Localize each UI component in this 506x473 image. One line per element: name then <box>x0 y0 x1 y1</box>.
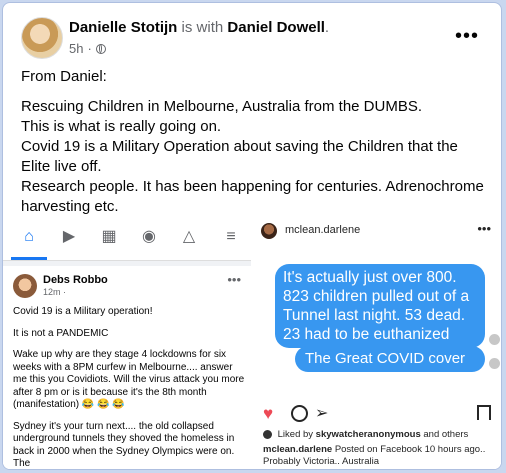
home-icon: ⌂ <box>24 228 34 245</box>
ig-header: mclean.darlene ••• <box>253 216 501 244</box>
author-name-link[interactable]: Danielle Stotijn <box>69 19 177 36</box>
ig-more-icon: ••• <box>477 221 491 236</box>
post-image[interactable]: ⌂ ▶ ▦ ◉ △ ≡ Debs Robbo 12m · ••• Covid 1… <box>3 216 501 470</box>
inner-avatar <box>13 274 37 298</box>
menu-icon: ≡ <box>226 228 236 245</box>
inner-author-name: Debs Robbo <box>43 274 108 286</box>
inner-paragraph: It is not a PANDEMIC <box>13 327 109 339</box>
inner-post: Debs Robbo 12m · ••• Covid 19 is a Milit… <box>3 266 251 470</box>
video-icon: ▶ <box>62 228 76 245</box>
read-receipt-icon <box>489 358 500 369</box>
post-text-line: Rescuing Children in Melbourne, Australi… <box>21 98 423 115</box>
facebook-screenshot: ⌂ ▶ ▦ ◉ △ ≡ Debs Robbo 12m · ••• Covid 1… <box>3 216 253 470</box>
marketplace-icon: ▦ <box>101 228 117 245</box>
liked-prefix: Liked by <box>277 429 314 440</box>
ig-actions: ♥ ➢ <box>263 404 493 424</box>
comment-icon <box>291 405 308 422</box>
ig-caption: mclean.darlene Posted on Facebook 10 hou… <box>263 444 499 468</box>
author-line: Danielle Stotijn is with Daniel Dowell. <box>69 19 329 36</box>
meta-separator: · <box>87 41 92 56</box>
ig-avatar <box>261 223 277 239</box>
inner-post-meta: 12m · <box>43 287 67 297</box>
globe-icon[interactable] <box>95 43 106 54</box>
liker-avatar <box>263 429 272 439</box>
post-text-line: Covid 19 is a Military Operation about s… <box>21 138 458 175</box>
liked-by: Liked by skywatcheranonymous and others <box>263 429 468 440</box>
bookmark-icon <box>477 405 491 420</box>
post-text-line: Research people. It has been happening f… <box>21 178 484 215</box>
profile-icon: ◉ <box>142 228 156 245</box>
message-bubble: It's actually just over 800. 823 childre… <box>275 264 485 348</box>
active-tab-indicator <box>11 257 47 260</box>
post-text-line: This is what is really going on. <box>21 118 222 135</box>
inner-post-text: Covid 19 is a Military operation! It is … <box>13 306 245 470</box>
inner-paragraph: Covid 19 is a Military operation! <box>13 306 153 317</box>
message-bubble: The Great COVID cover up <box>295 346 485 385</box>
tagged-name-link[interactable]: Daniel Dowell <box>227 19 325 36</box>
share-icon: ➢ <box>315 405 329 422</box>
author-avatar[interactable] <box>21 17 63 59</box>
more-options-button[interactable]: ••• <box>455 25 479 48</box>
ig-username: mclean.darlene <box>285 224 361 236</box>
with-text: is with <box>181 19 224 36</box>
fb-nav-bar: ⌂ ▶ ▦ ◉ △ ≡ <box>3 216 251 261</box>
read-receipt-icon <box>489 334 500 345</box>
inner-more-icon: ••• <box>227 272 241 287</box>
post-meta: 5h · <box>69 41 106 56</box>
period-text: . <box>324 19 330 36</box>
bell-icon: △ <box>182 228 196 245</box>
post-time-link[interactable]: 5h <box>69 41 83 56</box>
facebook-post-card: Danielle Stotijn is with Daniel Dowell. … <box>2 2 502 470</box>
post-text-line: From Daniel: <box>21 68 107 85</box>
post-header: Danielle Stotijn is with Daniel Dowell. … <box>3 3 501 65</box>
instagram-screenshot: mclean.darlene ••• It's actually just ov… <box>253 216 501 469</box>
liked-suffix: and others <box>423 429 469 440</box>
inner-paragraph: Sydney it's your turn next.... the old c… <box>13 420 235 470</box>
heart-icon: ♥ <box>263 404 274 423</box>
inner-paragraph: Wake up why are they stage 4 lockdowns f… <box>13 349 245 410</box>
liked-user: skywatcheranonymous <box>315 429 421 440</box>
caption-user: mclean.darlene <box>263 444 333 455</box>
post-text: From Daniel: Rescuing Children in Melbou… <box>21 67 491 217</box>
